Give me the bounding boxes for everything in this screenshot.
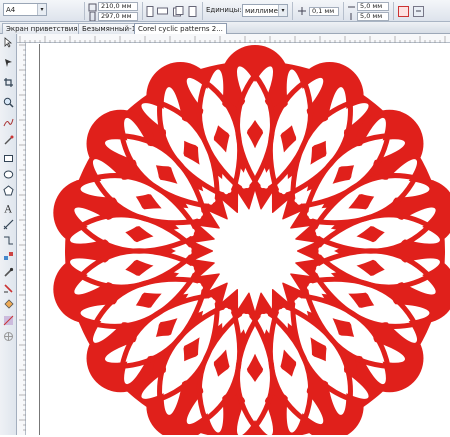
- vertical-ruler-ticks: [19, 44, 26, 431]
- drawing-canvas[interactable]: [27, 44, 450, 435]
- separator: [292, 2, 293, 20]
- duplicate-x-input[interactable]: 5,0 мм: [357, 1, 389, 11]
- tab-corel-cyclic-patterns[interactable]: Corel cyclic patterns 2...: [134, 23, 227, 34]
- separator: [343, 2, 344, 20]
- eyedropper-tool-icon[interactable]: [2, 266, 15, 279]
- zoom-tool-icon[interactable]: [2, 96, 15, 109]
- cyclic-pattern-artwork[interactable]: [27, 44, 450, 435]
- units-label: Единицы:: [206, 6, 242, 14]
- horizontal-ruler-ticks: [19, 36, 446, 43]
- freehand-tool-icon[interactable]: [2, 116, 15, 129]
- fill-tool-icon[interactable]: [2, 298, 15, 311]
- smart-drawing-tool-icon[interactable]: [2, 330, 15, 343]
- tab-untitled-1[interactable]: Безымянный-1: [78, 23, 141, 34]
- polygon-tool-icon[interactable]: [2, 184, 15, 197]
- separator: [393, 2, 394, 20]
- parallel-dimension-tool-icon[interactable]: [2, 218, 15, 231]
- tab-label: Экран приветствия: [6, 25, 78, 33]
- pick-tool-icon[interactable]: [2, 36, 15, 49]
- separator: [84, 2, 85, 20]
- landscape-icon[interactable]: [156, 5, 168, 17]
- page-height-field[interactable]: 297,0 мм: [96, 11, 138, 21]
- current-page-icon[interactable]: [186, 5, 198, 17]
- blend-tool-icon[interactable]: [2, 250, 15, 263]
- property-bar: A4 ▾ 210,0 мм 297,0 мм Единицы: миллиме.…: [0, 0, 450, 22]
- document-tab-bar: Экран приветствия Безымянный-1 Corel cyc…: [0, 22, 450, 34]
- treat-as-filled-icon[interactable]: [397, 5, 409, 17]
- page-width-input[interactable]: 210,0 мм: [98, 1, 138, 11]
- all-pages-icon[interactable]: [172, 5, 184, 17]
- svg-text:A: A: [4, 205, 13, 215]
- options-icon[interactable]: [412, 5, 424, 17]
- page-width-field[interactable]: 210,0 мм: [96, 1, 138, 11]
- shape-tool-icon[interactable]: [2, 56, 15, 69]
- connector-tool-icon[interactable]: [2, 234, 15, 247]
- ellipse-tool-icon[interactable]: [2, 168, 15, 181]
- vertical-ruler[interactable]: [17, 43, 26, 435]
- chevron-down-icon[interactable]: ▾: [278, 5, 287, 16]
- horizontal-ruler[interactable]: [18, 34, 450, 43]
- page-height-input[interactable]: 297,0 мм: [98, 11, 138, 21]
- portrait-icon[interactable]: [144, 5, 156, 17]
- chevron-down-icon[interactable]: ▾: [37, 4, 46, 15]
- units-select[interactable]: миллиме... ▾: [242, 4, 288, 17]
- separator: [142, 2, 143, 20]
- duplicate-y-field[interactable]: 5,0 мм: [355, 11, 389, 21]
- text-tool-icon[interactable]: A: [2, 202, 15, 215]
- crop-tool-icon[interactable]: [2, 76, 15, 89]
- rectangle-tool-icon[interactable]: [2, 152, 15, 165]
- center-hole: [213, 209, 297, 293]
- interactive-fill-tool-icon[interactable]: [2, 314, 15, 327]
- duplicate-y-input[interactable]: 5,0 мм: [357, 11, 389, 21]
- nudge-input[interactable]: 0,1 мм: [309, 6, 339, 16]
- nudge-field[interactable]: 0,1 мм: [307, 6, 339, 16]
- smart-fill-tool-icon[interactable]: [2, 134, 15, 147]
- toolbox: A: [0, 34, 17, 435]
- tab-label: Безымянный-1: [82, 25, 137, 33]
- page-size-value: A4: [6, 5, 16, 14]
- tab-label: Corel cyclic patterns 2...: [138, 25, 223, 33]
- duplicate-x-field[interactable]: 5,0 мм: [355, 1, 389, 11]
- outline-pen-tool-icon[interactable]: [2, 282, 15, 295]
- page-size-select[interactable]: A4 ▾: [3, 3, 47, 16]
- separator: [202, 2, 203, 20]
- tab-welcome-screen[interactable]: Экран приветствия: [2, 23, 82, 34]
